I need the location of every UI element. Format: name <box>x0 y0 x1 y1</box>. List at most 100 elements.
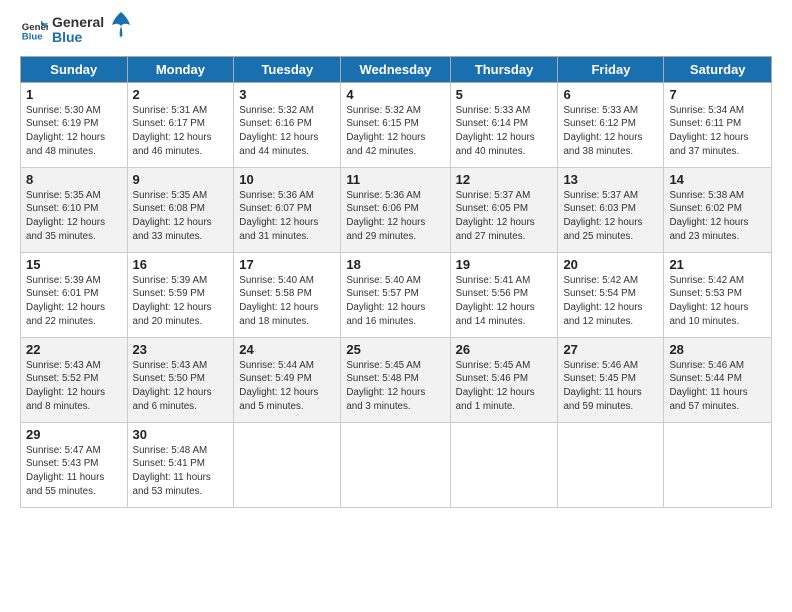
calendar-cell <box>664 422 772 507</box>
calendar-cell: 17Sunrise: 5:40 AM Sunset: 5:58 PM Dayli… <box>234 252 341 337</box>
day-number: 29 <box>26 427 122 442</box>
calendar-header-row: SundayMondayTuesdayWednesdayThursdayFrid… <box>21 56 772 82</box>
day-number: 15 <box>26 257 122 272</box>
calendar-cell: 16Sunrise: 5:39 AM Sunset: 5:59 PM Dayli… <box>127 252 234 337</box>
day-number: 7 <box>669 87 766 102</box>
day-info: Sunrise: 5:40 AM Sunset: 5:57 PM Dayligh… <box>346 274 444 329</box>
calendar-cell: 26 Sunrise: 5:45 AM Sunset: 5:46 PM Dayli… <box>450 337 558 422</box>
logo-general-text: General <box>52 15 104 30</box>
calendar-cell: 13 Sunrise: 5:37 AM Sunset: 6:03 PM Dayli… <box>558 167 664 252</box>
day-info: Sunrise: 5:43 AM Sunset: 5:50 PM Dayligh… <box>133 359 229 414</box>
page-header: General Blue General Blue <box>20 15 772 46</box>
calendar-table: SundayMondayTuesdayWednesdayThursdayFrid… <box>20 56 772 508</box>
calendar-cell: 8 Sunrise: 5:35 AM Sunset: 6:10 PM Daylig… <box>21 167 128 252</box>
calendar-cell: 19 Sunrise: 5:41 AM Sunset: 5:56 PM Dayli… <box>450 252 558 337</box>
day-number: 14 <box>669 172 766 187</box>
day-info: Sunrise: 5:45 AM Sunset: 5:48 PM Dayligh… <box>346 359 444 414</box>
day-number: 3 <box>239 87 335 102</box>
calendar-cell: 10 Sunrise: 5:36 AM Sunset: 6:07 PM Dayli… <box>234 167 341 252</box>
day-info: Sunrise: 5:36 AM Sunset: 6:06 PM Dayligh… <box>346 189 444 244</box>
day-number: 22 <box>26 342 122 357</box>
day-number: 19 <box>456 257 553 272</box>
day-info: Sunrise: 5:48 AM Sunset: 5:41 PM Dayligh… <box>133 444 229 499</box>
calendar-week-row: 8 Sunrise: 5:35 AM Sunset: 6:10 PM Daylig… <box>21 167 772 252</box>
calendar-cell: 6 Sunrise: 5:33 AM Sunset: 6:12 PM Daylig… <box>558 82 664 167</box>
weekday-header: Wednesday <box>341 56 450 82</box>
calendar-cell: 5Sunrise: 5:33 AM Sunset: 6:14 PM Daylig… <box>450 82 558 167</box>
day-number: 10 <box>239 172 335 187</box>
day-number: 12 <box>456 172 553 187</box>
day-number: 25 <box>346 342 444 357</box>
day-number: 24 <box>239 342 335 357</box>
day-info: Sunrise: 5:36 AM Sunset: 6:07 PM Dayligh… <box>239 189 335 244</box>
day-info: Sunrise: 5:46 AM Sunset: 5:45 PM Dayligh… <box>563 359 658 414</box>
calendar-cell: 23 Sunrise: 5:43 AM Sunset: 5:50 PM Dayli… <box>127 337 234 422</box>
day-info: Sunrise: 5:41 AM Sunset: 5:56 PM Dayligh… <box>456 274 553 329</box>
weekday-header: Sunday <box>21 56 128 82</box>
logo-bird-icon <box>110 10 132 40</box>
calendar-cell: 4 Sunrise: 5:32 AM Sunset: 6:15 PM Daylig… <box>341 82 450 167</box>
calendar-cell: 22 Sunrise: 5:43 AM Sunset: 5:52 PM Dayli… <box>21 337 128 422</box>
day-number: 18 <box>346 257 444 272</box>
day-number: 1 <box>26 87 122 102</box>
weekday-header: Tuesday <box>234 56 341 82</box>
weekday-header: Monday <box>127 56 234 82</box>
day-number: 13 <box>563 172 658 187</box>
day-info: Sunrise: 5:38 AM Sunset: 6:02 PM Dayligh… <box>669 189 766 244</box>
day-info: Sunrise: 5:37 AM Sunset: 6:05 PM Dayligh… <box>456 189 553 244</box>
calendar-cell: 7Sunrise: 5:34 AM Sunset: 6:11 PM Daylig… <box>664 82 772 167</box>
logo: General Blue General Blue <box>20 15 132 46</box>
day-number: 11 <box>346 172 444 187</box>
day-number: 8 <box>26 172 122 187</box>
day-info: Sunrise: 5:32 AM Sunset: 6:16 PM Dayligh… <box>239 104 335 159</box>
calendar-cell: 11 Sunrise: 5:36 AM Sunset: 6:06 PM Dayli… <box>341 167 450 252</box>
calendar-week-row: 29 Sunrise: 5:47 AM Sunset: 5:43 PM Dayli… <box>21 422 772 507</box>
day-info: Sunrise: 5:33 AM Sunset: 6:14 PM Dayligh… <box>456 104 553 159</box>
calendar-cell: 1 Sunrise: 5:30 AM Sunset: 6:19 PM Daylig… <box>21 82 128 167</box>
calendar-cell: 30 Sunrise: 5:48 AM Sunset: 5:41 PM Dayli… <box>127 422 234 507</box>
day-info: Sunrise: 5:32 AM Sunset: 6:15 PM Dayligh… <box>346 104 444 159</box>
weekday-header: Friday <box>558 56 664 82</box>
day-number: 9 <box>133 172 229 187</box>
calendar-cell: 20 Sunrise: 5:42 AM Sunset: 5:54 PM Dayli… <box>558 252 664 337</box>
calendar-cell: 28Sunrise: 5:46 AM Sunset: 5:44 PM Dayli… <box>664 337 772 422</box>
day-info: Sunrise: 5:33 AM Sunset: 6:12 PM Dayligh… <box>563 104 658 159</box>
day-info: Sunrise: 5:46 AM Sunset: 5:44 PM Dayligh… <box>669 359 766 414</box>
day-info: Sunrise: 5:31 AM Sunset: 6:17 PM Dayligh… <box>133 104 229 159</box>
calendar-cell: 18 Sunrise: 5:40 AM Sunset: 5:57 PM Dayli… <box>341 252 450 337</box>
logo-icon: General Blue <box>20 16 48 44</box>
day-info: Sunrise: 5:43 AM Sunset: 5:52 PM Dayligh… <box>26 359 122 414</box>
calendar-cell <box>450 422 558 507</box>
day-info: Sunrise: 5:47 AM Sunset: 5:43 PM Dayligh… <box>26 444 122 499</box>
svg-text:Blue: Blue <box>22 32 43 43</box>
calendar-cell: 25 Sunrise: 5:45 AM Sunset: 5:48 PM Dayli… <box>341 337 450 422</box>
day-number: 6 <box>563 87 658 102</box>
calendar-cell <box>341 422 450 507</box>
day-info: Sunrise: 5:30 AM Sunset: 6:19 PM Dayligh… <box>26 104 122 159</box>
day-number: 23 <box>133 342 229 357</box>
calendar-cell: 29 Sunrise: 5:47 AM Sunset: 5:43 PM Dayli… <box>21 422 128 507</box>
calendar-cell <box>234 422 341 507</box>
calendar-cell: 14 Sunrise: 5:38 AM Sunset: 6:02 PM Dayli… <box>664 167 772 252</box>
day-info: Sunrise: 5:42 AM Sunset: 5:53 PM Dayligh… <box>669 274 766 329</box>
day-number: 20 <box>563 257 658 272</box>
day-info: Sunrise: 5:42 AM Sunset: 5:54 PM Dayligh… <box>563 274 658 329</box>
day-info: Sunrise: 5:45 AM Sunset: 5:46 PM Dayligh… <box>456 359 553 414</box>
weekday-header: Saturday <box>664 56 772 82</box>
calendar-week-row: 1 Sunrise: 5:30 AM Sunset: 6:19 PM Daylig… <box>21 82 772 167</box>
calendar-cell: 3 Sunrise: 5:32 AM Sunset: 6:16 PM Daylig… <box>234 82 341 167</box>
calendar-cell: 21Sunrise: 5:42 AM Sunset: 5:53 PM Dayli… <box>664 252 772 337</box>
calendar-week-row: 22 Sunrise: 5:43 AM Sunset: 5:52 PM Dayli… <box>21 337 772 422</box>
day-number: 2 <box>133 87 229 102</box>
day-number: 4 <box>346 87 444 102</box>
day-info: Sunrise: 5:44 AM Sunset: 5:49 PM Dayligh… <box>239 359 335 414</box>
day-info: Sunrise: 5:35 AM Sunset: 6:10 PM Dayligh… <box>26 189 122 244</box>
calendar-week-row: 15Sunrise: 5:39 AM Sunset: 6:01 PM Dayli… <box>21 252 772 337</box>
day-info: Sunrise: 5:35 AM Sunset: 6:08 PM Dayligh… <box>133 189 229 244</box>
calendar-cell: 2 Sunrise: 5:31 AM Sunset: 6:17 PM Daylig… <box>127 82 234 167</box>
day-info: Sunrise: 5:40 AM Sunset: 5:58 PM Dayligh… <box>239 274 335 329</box>
day-info: Sunrise: 5:37 AM Sunset: 6:03 PM Dayligh… <box>563 189 658 244</box>
day-number: 30 <box>133 427 229 442</box>
day-number: 26 <box>456 342 553 357</box>
calendar-cell: 9 Sunrise: 5:35 AM Sunset: 6:08 PM Daylig… <box>127 167 234 252</box>
